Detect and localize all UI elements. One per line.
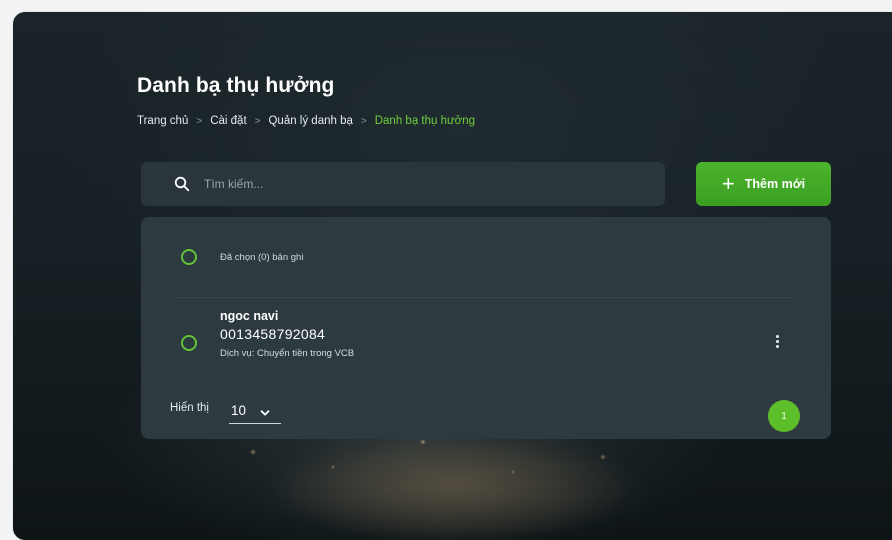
page-size-value: 10: [231, 402, 247, 418]
search-input[interactable]: [202, 176, 606, 192]
page-number-button[interactable]: 1: [768, 400, 800, 432]
beneficiary-account: 0013458792084: [220, 326, 326, 342]
breadcrumb-contacts[interactable]: Quản lý danh bạ: [268, 115, 352, 127]
pagination-row: Hiển thị 10 1: [141, 389, 831, 432]
beneficiary-name: ngoc navi: [220, 309, 279, 323]
divider: [177, 297, 795, 298]
beneficiary-service: Dịch vụ: Chuyển tiền trong VCB: [220, 348, 355, 359]
select-all-row: Đã chọn (0) bản ghi: [141, 217, 831, 297]
app-window: Danh bạ thụ hưởng Trang chủ > Cài đặt > …: [13, 12, 892, 540]
more-options-icon[interactable]: [771, 329, 783, 353]
breadcrumb-separator: >: [254, 115, 261, 127]
page-title: Danh bạ thụ hưởng: [137, 74, 335, 97]
breadcrumb-separator: >: [196, 115, 203, 127]
breadcrumb: Trang chủ > Cài đặt > Quản lý danh bạ > …: [137, 115, 475, 127]
breadcrumb-home[interactable]: Trang chủ: [137, 115, 188, 127]
list-item[interactable]: ngoc navi 0013458792084 Dịch vụ: Chuyển …: [141, 305, 831, 373]
search-box[interactable]: [141, 162, 665, 206]
beneficiary-list-panel: Đã chọn (0) bản ghi ngoc navi 0013458792…: [141, 217, 831, 439]
breadcrumb-settings[interactable]: Cài đặt: [210, 115, 246, 127]
select-all-radio[interactable]: [181, 249, 197, 265]
page-size-select[interactable]: 10: [229, 397, 281, 424]
page-size-label: Hiển thị: [170, 402, 209, 414]
add-new-button[interactable]: + Thêm mới: [696, 162, 831, 206]
breadcrumb-current: Danh bạ thụ hưởng: [374, 115, 476, 127]
plus-icon: +: [721, 171, 735, 196]
breadcrumb-separator: >: [360, 115, 367, 127]
add-new-label: Thêm mới: [744, 177, 806, 191]
item-select-radio[interactable]: [181, 335, 197, 351]
search-icon: [174, 176, 190, 192]
chevron-down-icon: [260, 405, 270, 416]
selected-count: Đã chọn (0) bản ghi: [220, 252, 304, 263]
